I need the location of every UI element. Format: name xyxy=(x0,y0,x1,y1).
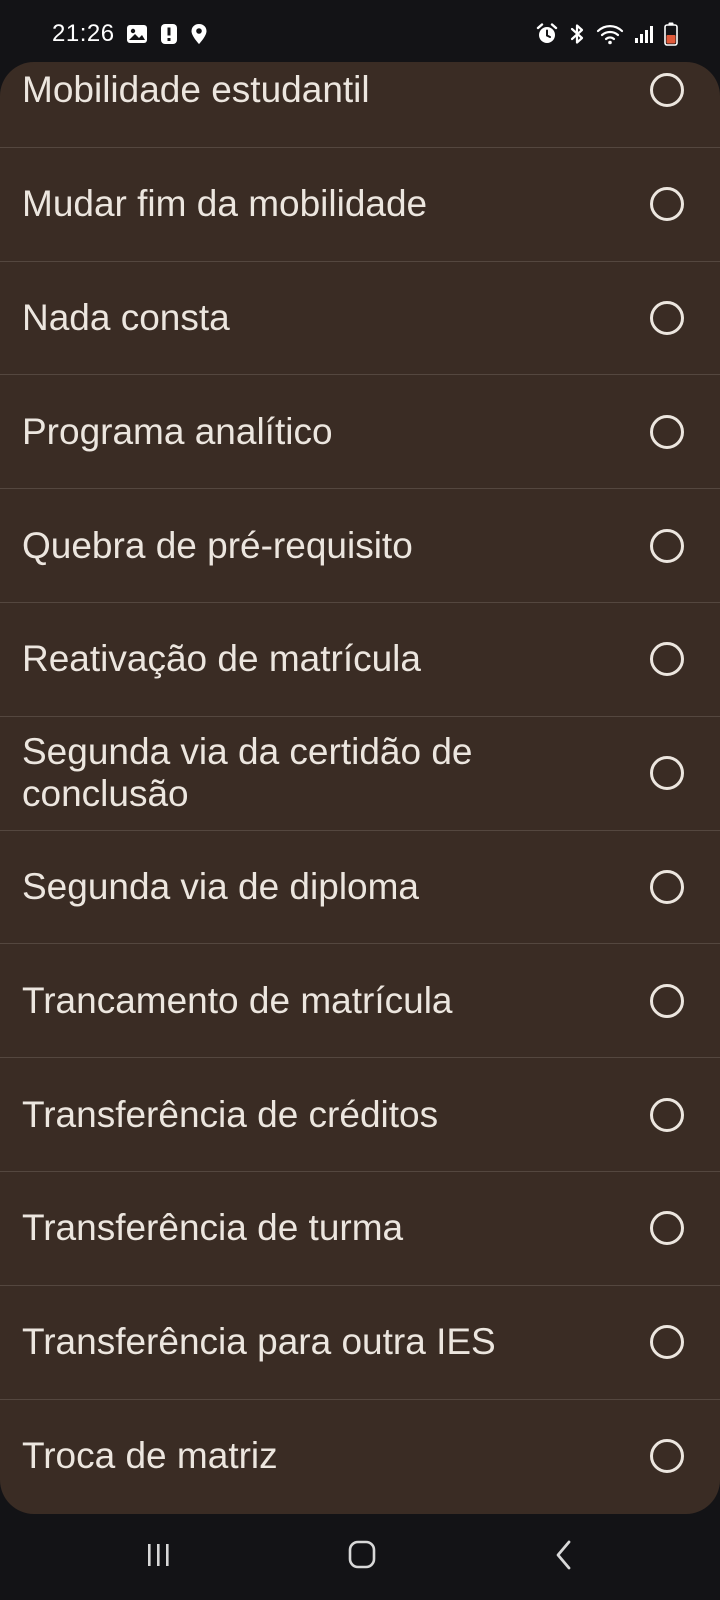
wifi-icon xyxy=(596,23,624,45)
status-bar: 21:26 xyxy=(0,0,720,62)
status-system-icons xyxy=(536,22,678,46)
navigation-bar xyxy=(0,1514,720,1600)
option-label: Segunda via da certidão de conclusão xyxy=(22,731,473,815)
radio-button[interactable] xyxy=(650,1097,684,1132)
option-row[interactable]: Troca de matriz xyxy=(0,1400,720,1514)
options-sheet: Mobilidade estudantil Mudar fim da mobili… xyxy=(0,62,720,1514)
alert-icon xyxy=(160,23,178,45)
recents-icon xyxy=(140,1536,184,1576)
option-label: Transferência para outra IES xyxy=(22,1321,496,1363)
option-label: Nada consta xyxy=(22,296,230,338)
home-icon xyxy=(340,1536,384,1576)
options-list: Mobilidade estudantil Mudar fim da mobili… xyxy=(0,62,720,1513)
option-row[interactable]: Transferência para outra IES xyxy=(0,1286,720,1400)
radio-button[interactable] xyxy=(650,1211,684,1246)
radio-button[interactable] xyxy=(650,983,684,1018)
option-row[interactable]: Transferência de créditos xyxy=(0,1058,720,1172)
signal-icon xyxy=(634,23,654,45)
option-row[interactable]: Reativação de matrícula xyxy=(0,603,720,717)
radio-button[interactable] xyxy=(650,528,684,563)
option-label: Mobilidade estudantil xyxy=(22,69,370,111)
recents-button[interactable] xyxy=(140,1536,184,1576)
back-icon xyxy=(544,1536,588,1576)
option-row[interactable]: Mobilidade estudantil xyxy=(0,62,720,148)
option-label: Quebra de pré-requisito xyxy=(22,524,413,566)
option-row[interactable]: Nada consta xyxy=(0,262,720,376)
option-label: Reativação de matrícula xyxy=(22,638,421,680)
option-row[interactable]: Segunda via da certidão de conclusão xyxy=(0,717,720,831)
radio-button[interactable] xyxy=(650,73,684,108)
option-row[interactable]: Mudar fim da mobilidade xyxy=(0,148,720,262)
option-label: Segunda via de diploma xyxy=(22,865,420,907)
battery-low-icon xyxy=(664,22,678,46)
option-label: Trancamento de matrícula xyxy=(22,979,453,1021)
option-label: Programa analítico xyxy=(22,410,333,452)
radio-button[interactable] xyxy=(650,642,684,677)
radio-button[interactable] xyxy=(650,1325,684,1360)
option-row[interactable]: Segunda via de diploma xyxy=(0,831,720,945)
location-icon xyxy=(190,23,208,45)
radio-button[interactable] xyxy=(650,414,684,449)
back-button[interactable] xyxy=(544,1536,588,1576)
option-row[interactable]: Programa analítico xyxy=(0,375,720,490)
option-label: Transferência de turma xyxy=(22,1207,404,1249)
option-row[interactable]: Quebra de pré-requisito xyxy=(0,489,720,603)
gallery-icon xyxy=(126,24,148,44)
option-label: Troca de matriz xyxy=(22,1435,278,1477)
option-label: Mudar fim da mobilidade xyxy=(22,183,428,225)
option-row[interactable]: Trancamento de matrícula xyxy=(0,944,720,1059)
radio-button[interactable] xyxy=(650,756,684,791)
radio-button[interactable] xyxy=(650,1439,684,1474)
radio-button[interactable] xyxy=(650,869,684,904)
home-button[interactable] xyxy=(340,1536,384,1576)
radio-button[interactable] xyxy=(650,187,684,222)
status-time: 21:26 xyxy=(52,20,115,47)
status-notification-icons xyxy=(126,23,208,45)
option-row[interactable]: Transferência de turma xyxy=(0,1172,720,1286)
bluetooth-icon xyxy=(568,23,586,45)
alarm-icon xyxy=(536,23,558,45)
option-label: Transferência de créditos xyxy=(22,1093,439,1135)
radio-button[interactable] xyxy=(650,300,684,335)
